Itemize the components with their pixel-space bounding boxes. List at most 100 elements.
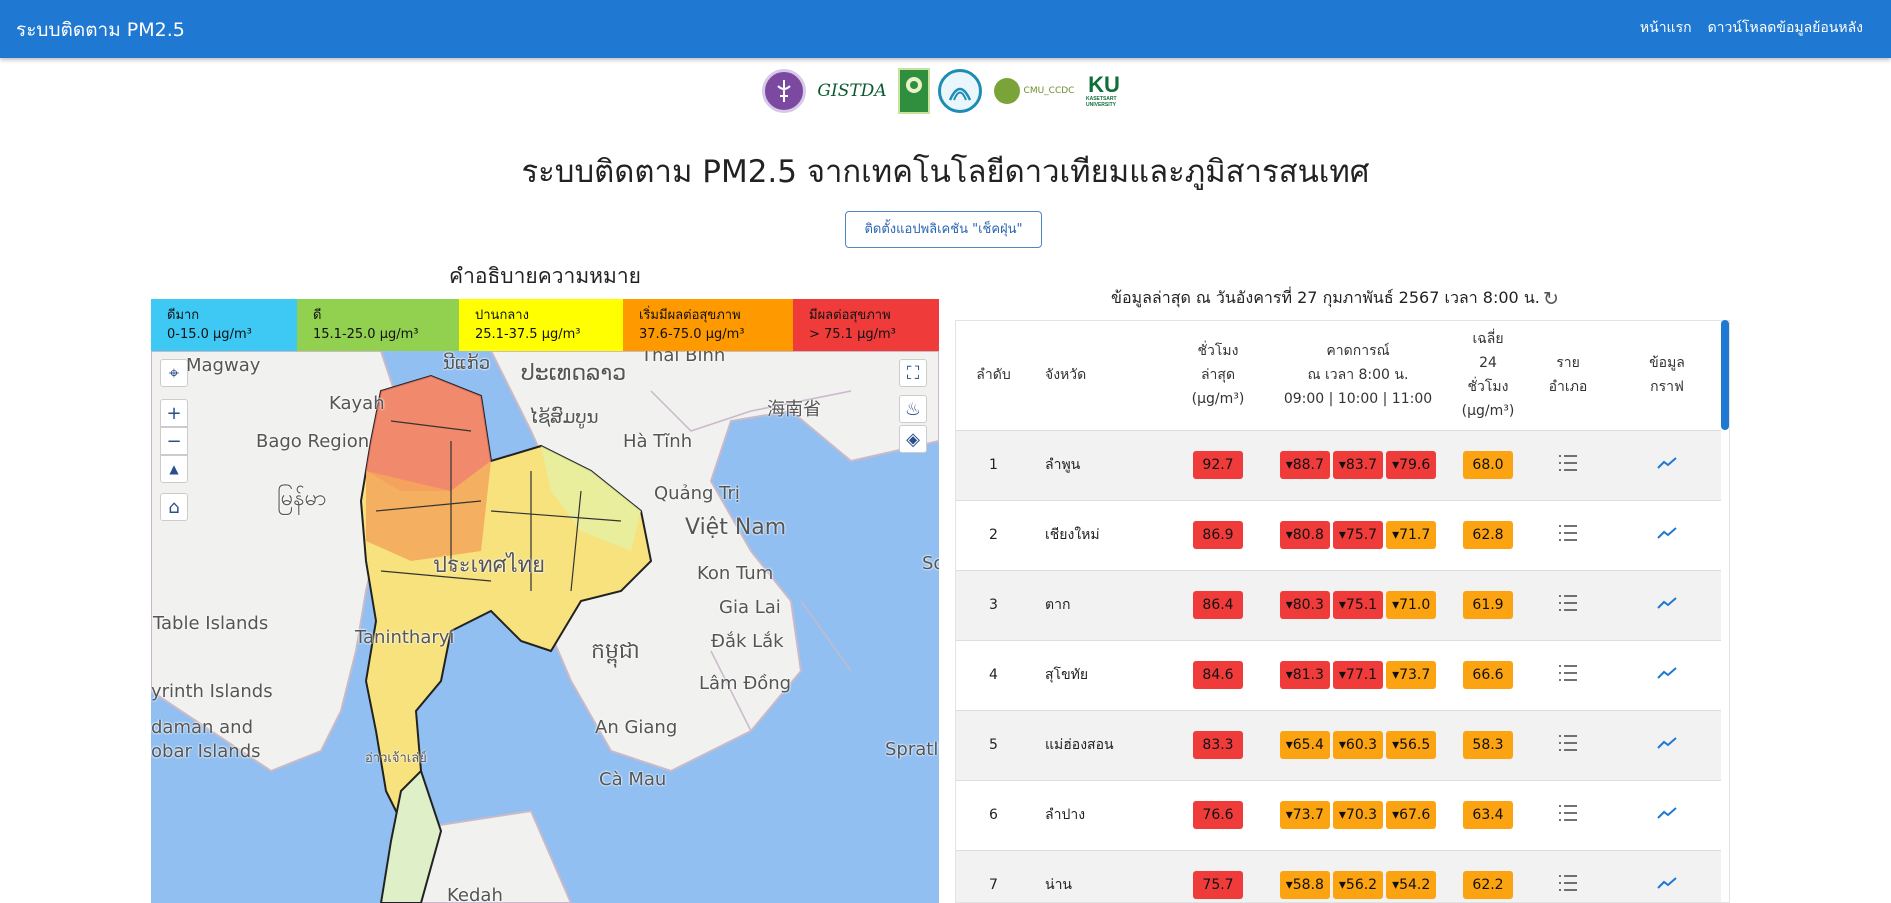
forecast-badge: ▾65.4 bbox=[1279, 731, 1330, 759]
latest-value-badge: 92.7 bbox=[1193, 451, 1243, 479]
district-list-icon[interactable] bbox=[1558, 734, 1578, 756]
legend-title: คำอธิบายความหมาย bbox=[449, 264, 641, 288]
avg-value-badge: 61.9 bbox=[1463, 591, 1513, 619]
forecast-badge: ▾77.1 bbox=[1332, 661, 1384, 689]
ku-logo: KU KASETSART UNIVERSITY bbox=[1086, 72, 1120, 109]
trend-graph-icon[interactable] bbox=[1657, 806, 1677, 824]
table-row[interactable]: 6 ลำปาง 76.6 ▾73.7 ▾70.3 ▾67.6 63.4 bbox=[956, 780, 1721, 850]
forecast-badge: ▾80.8 bbox=[1279, 521, 1330, 549]
forecast-badge: ▾80.3 bbox=[1279, 591, 1330, 619]
department-arch-icon bbox=[948, 87, 972, 101]
province-name: สุโขทัย bbox=[1045, 667, 1089, 683]
nav-home-link[interactable]: หน้าแรก bbox=[1640, 17, 1692, 39]
forecast-badge: ▾73.7 bbox=[1279, 801, 1330, 829]
forecast-badge: ▾54.2 bbox=[1386, 871, 1437, 899]
district-list-icon[interactable] bbox=[1558, 804, 1578, 826]
district-list-icon[interactable] bbox=[1558, 594, 1578, 616]
top-navbar: ระบบติดตาม PM2.5 หน้าแรก ดาวน์โหลดข้อมูล… bbox=[0, 0, 1891, 58]
province-name: ลำปาง bbox=[1045, 807, 1086, 823]
refresh-icon[interactable]: ↻ bbox=[1543, 289, 1563, 309]
crosshair-icon: ⌖ bbox=[168, 362, 180, 384]
plus-icon: + bbox=[166, 402, 182, 424]
department-logo bbox=[938, 69, 982, 113]
install-app-button[interactable]: ติดตั้งแอปพลิเคชัน "เช็คฝุ่น" bbox=[845, 211, 1042, 248]
district-list-icon[interactable] bbox=[1558, 664, 1578, 686]
forecast-badge: ▾67.6 bbox=[1386, 801, 1437, 829]
home-icon: ⌂ bbox=[168, 496, 180, 518]
mhesi-logo bbox=[762, 69, 806, 113]
mhesi-emblem-icon bbox=[777, 80, 791, 102]
table-header-row: ลำดับ จังหวัด ชั่วโมง ล่าสุด (µg/m³) คาด… bbox=[956, 321, 1721, 431]
trend-graph-icon[interactable] bbox=[1657, 596, 1677, 614]
forecast-badge: ▾88.7 bbox=[1279, 451, 1330, 479]
compass-icon: ▲ bbox=[169, 462, 179, 476]
nav-links: หน้าแรก ดาวน์โหลดข้อมูลย้อนหลัง bbox=[1640, 17, 1863, 39]
table-row[interactable]: 4 สุโขทัย 84.6 ▾81.3 ▾77.1 ▾73.7 66.6 bbox=[956, 640, 1721, 710]
forecast-badge: ▾71.0 bbox=[1386, 591, 1437, 619]
trend-graph-icon[interactable] bbox=[1657, 876, 1677, 894]
forecast-badge: ▾75.1 bbox=[1332, 591, 1384, 619]
province-name: เชียงใหม่ bbox=[1045, 527, 1100, 543]
forecast-badge: ▾58.8 bbox=[1279, 871, 1330, 899]
home-view-button[interactable]: ⌂ bbox=[160, 493, 188, 521]
district-list-icon[interactable] bbox=[1558, 524, 1578, 546]
minus-icon: − bbox=[166, 430, 182, 452]
nrct-emblem-icon bbox=[906, 77, 922, 93]
page-title: ระบบติดตาม PM2.5 จากเทคโนโลยีดาวเทียมและ… bbox=[521, 154, 1370, 190]
fire-icon: ♨ bbox=[904, 398, 922, 420]
fullscreen-button[interactable]: ⛶ bbox=[899, 359, 927, 387]
nrct-logo bbox=[898, 68, 930, 114]
trend-graph-icon[interactable] bbox=[1657, 736, 1677, 754]
table-row[interactable]: 5 แม่ฮ่องสอน 83.3 ▾65.4 ▾60.3 ▾56.5 58.3 bbox=[956, 710, 1721, 780]
latest-value-badge: 83.3 bbox=[1193, 731, 1243, 759]
legend-good: ดี 15.1-25.0 µg/m³ bbox=[297, 299, 459, 351]
province-name: ลำพูน bbox=[1045, 457, 1081, 473]
table-row[interactable]: 1 ลำพูน 92.7 ▾88.7 ▾83.7 ▾79.6 68.0 bbox=[956, 430, 1721, 500]
trend-graph-icon[interactable] bbox=[1657, 666, 1677, 684]
forecast-badge: ▾71.7 bbox=[1386, 521, 1437, 549]
forecast-badge: ▾79.6 bbox=[1386, 451, 1437, 479]
header-district: ราย อำเภอ bbox=[1523, 321, 1613, 431]
forecast-badge: ▾70.3 bbox=[1332, 801, 1384, 829]
forecast-badge: ▾73.7 bbox=[1386, 661, 1437, 689]
latest-value-badge: 86.9 bbox=[1193, 521, 1243, 549]
brand-title[interactable]: ระบบติดตาม PM2.5 bbox=[16, 15, 185, 45]
layers-button[interactable]: ◈ bbox=[899, 425, 927, 453]
pm25-map[interactable]: Magway Kayah Bago Region မြန်မာ Table Is… bbox=[151, 351, 939, 903]
province-name: แม่ฮ่องสอน bbox=[1045, 737, 1114, 753]
layers-icon: ◈ bbox=[906, 428, 920, 450]
trend-graph-icon[interactable] bbox=[1657, 456, 1677, 474]
legend-unhealthy: มีผลต่อสุขภาพ > 75.1 µg/m³ bbox=[793, 299, 939, 351]
latest-value-badge: 75.7 bbox=[1193, 871, 1243, 899]
header-forecast: คาดการณ์ ณ เวลา 8:00 น. 09:00 | 10:00 | … bbox=[1263, 321, 1453, 431]
header-avg: เฉลี่ย 24 ชั่วโมง (µg/m³) bbox=[1453, 321, 1523, 431]
hotspot-toggle-button[interactable]: ♨ bbox=[899, 395, 927, 423]
latest-value-badge: 86.4 bbox=[1193, 591, 1243, 619]
table-row[interactable]: 2 เชียงใหม่ 86.9 ▾80.8 ▾75.7 ▾71.7 62.8 bbox=[956, 500, 1721, 570]
trend-graph-icon[interactable] bbox=[1657, 526, 1677, 544]
district-list-icon[interactable] bbox=[1558, 454, 1578, 476]
legend-moderate: ปานกลาง 25.1-37.5 µg/m³ bbox=[459, 299, 623, 351]
avg-value-badge: 58.3 bbox=[1463, 731, 1513, 759]
forecast-badge: ▾75.7 bbox=[1332, 521, 1384, 549]
zoom-in-button[interactable]: + bbox=[160, 399, 188, 427]
district-list-icon[interactable] bbox=[1558, 874, 1578, 896]
nav-download-link[interactable]: ดาวน์โหลดข้อมูลย้อนหลัง bbox=[1708, 17, 1863, 39]
avg-value-badge: 63.4 bbox=[1463, 801, 1513, 829]
avg-value-badge: 68.0 bbox=[1463, 451, 1513, 479]
latest-value-badge: 76.6 bbox=[1193, 801, 1243, 829]
legend-very-good: ดีมาก 0-15.0 µg/m³ bbox=[151, 299, 297, 351]
zoom-out-button[interactable]: − bbox=[160, 427, 188, 455]
table-scrollbar[interactable] bbox=[1721, 320, 1729, 430]
forecast-badge: ▾56.5 bbox=[1386, 731, 1437, 759]
province-ranking-table: ลำดับ จังหวัด ชั่วโมง ล่าสุด (µg/m³) คาด… bbox=[955, 320, 1730, 903]
locate-me-button[interactable]: ⌖ bbox=[160, 359, 188, 387]
reset-north-button[interactable]: ▲ bbox=[160, 455, 188, 483]
header-province: จังหวัด bbox=[1031, 321, 1173, 431]
table-row[interactable]: 3 ตาก 86.4 ▾80.3 ▾75.1 ▾71.0 61.9 bbox=[956, 570, 1721, 640]
avg-value-badge: 66.6 bbox=[1463, 661, 1513, 689]
partner-logos: GISTDA CMU_CCDC KU KASETSART UNIVERSITY bbox=[762, 67, 1122, 115]
table-row[interactable]: 7 น่าน 75.7 ▾58.8 ▾56.2 ▾54.2 62.2 bbox=[956, 850, 1721, 902]
forecast-badge: ▾60.3 bbox=[1332, 731, 1384, 759]
header-rank: ลำดับ bbox=[956, 321, 1031, 431]
